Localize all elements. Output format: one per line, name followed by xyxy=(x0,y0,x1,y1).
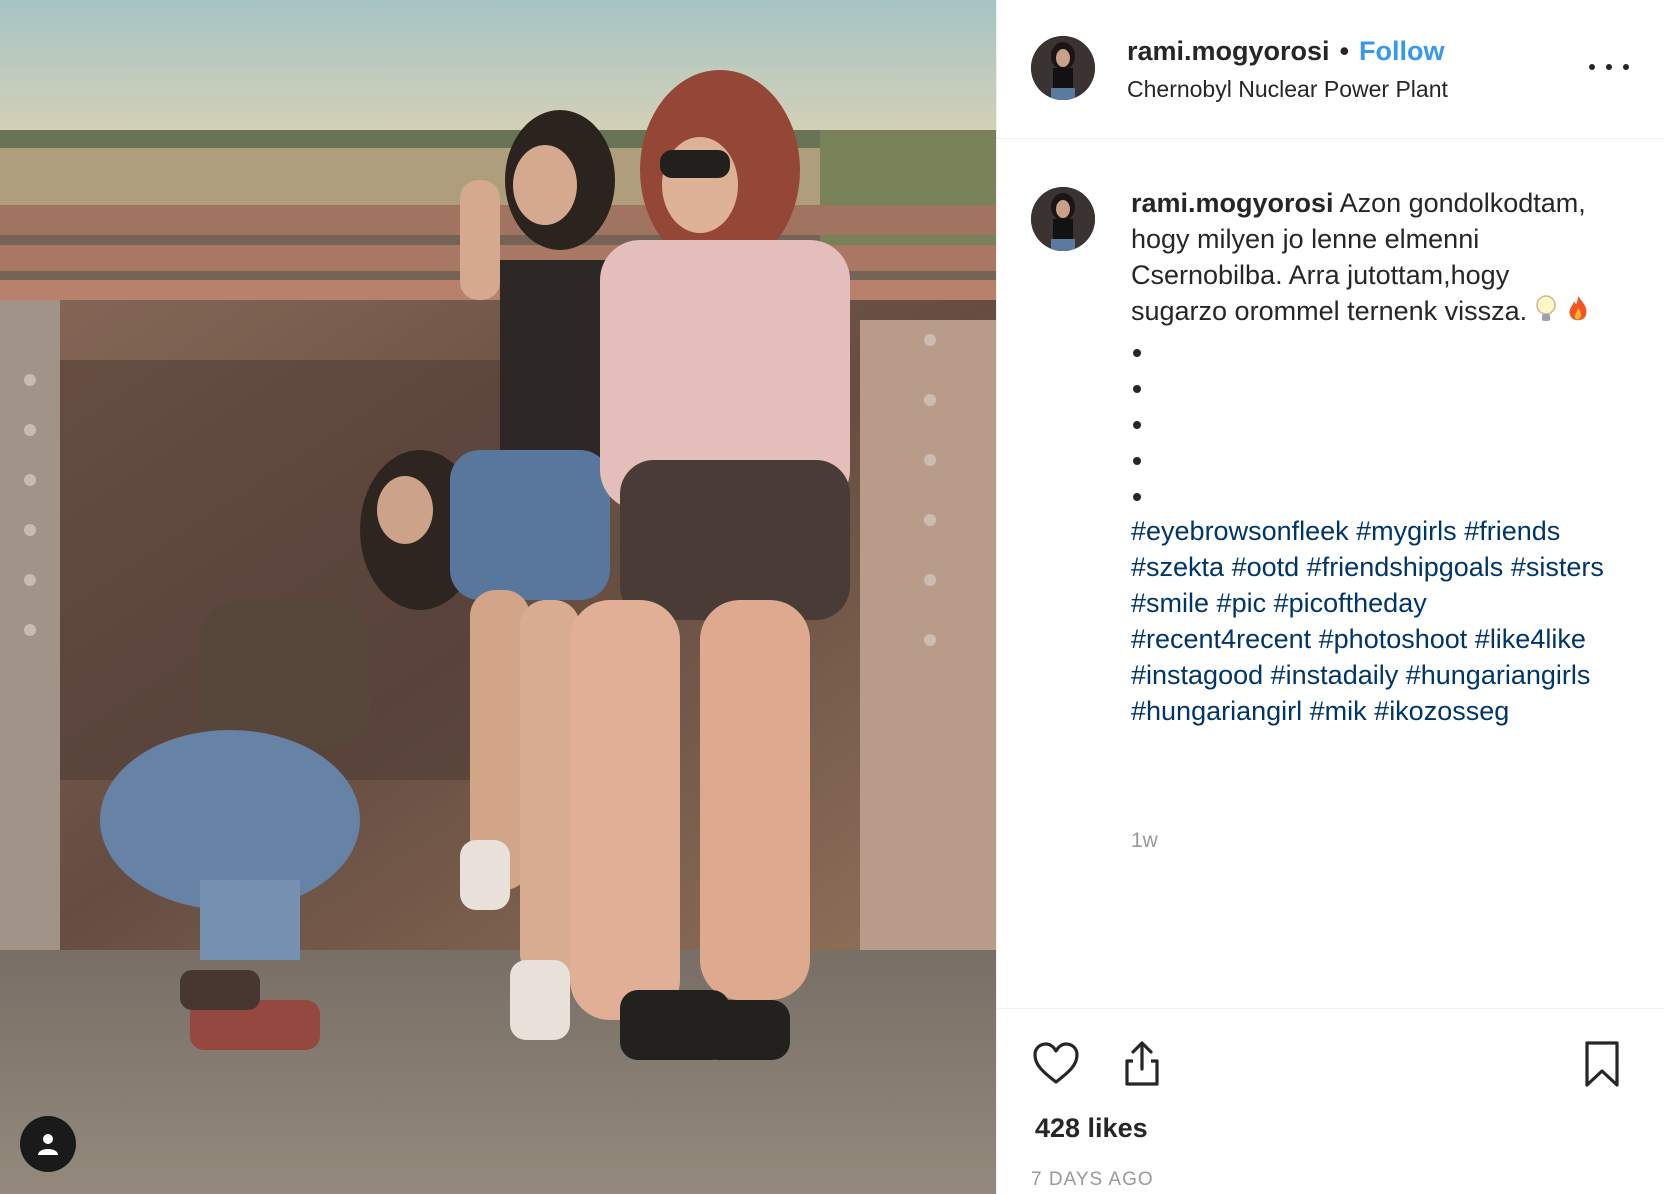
like-button[interactable] xyxy=(1031,1039,1081,1089)
hashtag-link[interactable]: #ootd xyxy=(1232,552,1300,582)
caption-avatar[interactable] xyxy=(1031,187,1095,251)
hashtag-link[interactable]: #picoftheday xyxy=(1274,588,1427,618)
hashtag-link[interactable]: #eyebrowsonfleek xyxy=(1131,516,1349,546)
post-photo-illustration xyxy=(0,0,996,1194)
post-actions: 428 likes 7 DAYS AGO xyxy=(997,1008,1664,1194)
hashtag-link[interactable]: #mygirls xyxy=(1356,516,1457,546)
bullet-item xyxy=(1131,441,1611,477)
more-dot-icon xyxy=(1589,64,1595,70)
hashtag-link[interactable]: #hungariangirl xyxy=(1131,696,1302,726)
bookmark-icon xyxy=(1585,1041,1619,1087)
more-options-button[interactable] xyxy=(1589,52,1629,82)
fire-icon xyxy=(1565,294,1591,333)
follow-button[interactable]: Follow xyxy=(1359,36,1444,66)
person-icon xyxy=(38,1134,58,1155)
hashtag-link[interactable]: #friendshipgoals xyxy=(1307,552,1504,582)
profile-photo-icon xyxy=(1031,36,1095,100)
hashtag-link[interactable]: #photoshoot xyxy=(1319,624,1468,654)
instagram-post: rami.mogyorosi • Follow Chernobyl Nuclear … xyxy=(0,0,1664,1194)
caption-username[interactable]: rami.mogyorosi xyxy=(1131,188,1334,218)
tagged-people-button[interactable] xyxy=(20,1116,76,1172)
post-side-panel: rami.mogyorosi • Follow Chernobyl Nuclear … xyxy=(996,0,1664,1194)
location-link[interactable]: Chernobyl Nuclear Power Plant xyxy=(1127,76,1448,103)
more-dot-icon xyxy=(1606,64,1612,70)
profile-photo-icon xyxy=(1031,187,1095,251)
post-date[interactable]: 7 DAYS AGO xyxy=(1031,1169,1154,1191)
owner-username[interactable]: rami.mogyorosi xyxy=(1127,36,1330,66)
bullet-item xyxy=(1131,369,1611,405)
hashtag-link[interactable]: #like4like xyxy=(1475,624,1586,654)
hashtag-link[interactable]: #ikozosseg xyxy=(1374,696,1509,726)
comments-section: rami.mogyorosi Azon gondolkodtam, hogy m… xyxy=(997,139,1664,1008)
owner-avatar[interactable] xyxy=(1031,36,1095,100)
share-button[interactable] xyxy=(1117,1039,1167,1089)
hashtag-link[interactable]: #recent4recent xyxy=(1131,624,1311,654)
owner-line: rami.mogyorosi • Follow xyxy=(1127,36,1445,67)
hashtag-link[interactable]: #friends xyxy=(1464,516,1560,546)
hashtag-link[interactable]: #pic xyxy=(1217,588,1267,618)
post-header: rami.mogyorosi • Follow Chernobyl Nuclear … xyxy=(997,0,1664,139)
hashtag-link[interactable]: #szekta xyxy=(1131,552,1224,582)
post-photo[interactable] xyxy=(0,0,996,1194)
caption-bullet-list xyxy=(1131,333,1611,513)
hashtag-link[interactable]: #smile xyxy=(1131,588,1209,618)
bullet-item xyxy=(1131,477,1611,513)
hashtag-link[interactable]: #hungariangirls xyxy=(1406,660,1591,690)
lightbulb-icon xyxy=(1533,294,1559,333)
hashtag-link[interactable]: #mik xyxy=(1310,696,1367,726)
post-caption: rami.mogyorosi Azon gondolkodtam, hogy m… xyxy=(1131,185,1611,729)
hashtag-link[interactable]: #instagood xyxy=(1131,660,1263,690)
more-dot-icon xyxy=(1623,64,1629,70)
heart-icon xyxy=(1033,1042,1079,1084)
hashtag-list: #eyebrowsonfleek #mygirls #friends #szek… xyxy=(1131,513,1611,729)
likes-count[interactable]: 428 likes xyxy=(1035,1113,1148,1144)
hashtag-link[interactable]: #instadaily xyxy=(1271,660,1399,690)
bullet-item xyxy=(1131,405,1611,441)
bullet-item xyxy=(1131,333,1611,369)
separator-dot: • xyxy=(1339,36,1350,66)
hashtag-link[interactable]: #sisters xyxy=(1511,552,1604,582)
share-icon xyxy=(1125,1041,1159,1086)
save-button[interactable] xyxy=(1577,1039,1627,1089)
caption-timestamp[interactable]: 1w xyxy=(1131,829,1158,853)
